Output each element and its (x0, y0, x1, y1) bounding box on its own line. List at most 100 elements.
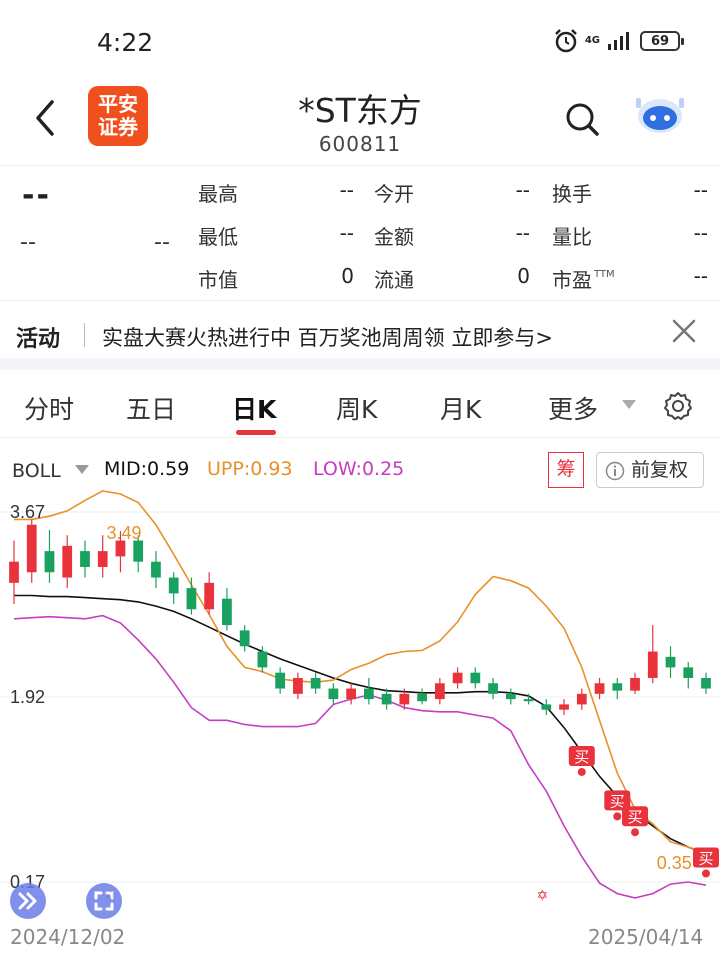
close-icon[interactable] (670, 317, 698, 345)
candle-body (133, 540, 144, 562)
alarm-icon (554, 29, 577, 53)
battery-level: 69 (650, 33, 670, 49)
candle-body (275, 672, 286, 689)
candle-body (168, 577, 179, 594)
boll-low-line (13, 614, 707, 899)
double-chevron-icon (18, 892, 37, 910)
label-market-cap: 市值 (198, 268, 238, 292)
chevron-down-icon[interactable] (622, 400, 636, 409)
expand-button[interactable] (10, 883, 46, 919)
boll-low: LOW:0.25 (313, 458, 405, 480)
robot-assistant-icon[interactable] (632, 90, 688, 138)
label-high: 最高 (198, 182, 238, 206)
candle-body (683, 667, 694, 678)
value-low: -- (339, 221, 354, 245)
value-volume-ratio: -- (693, 221, 708, 245)
candle-body (541, 704, 552, 710)
price-change-pct: -- (154, 230, 170, 255)
tab-weekly-k[interactable]: 周K (336, 390, 377, 426)
tab-more[interactable]: 更多 (548, 390, 598, 426)
adjust-price-button[interactable]: 前复权 (596, 452, 704, 488)
candle-body (293, 677, 303, 694)
value-turnover: -- (693, 178, 708, 202)
buy-signal-dot (631, 828, 640, 837)
value-amount: -- (515, 221, 530, 245)
activity-divider (84, 323, 85, 347)
max-price-annotation: 3.49 (106, 523, 141, 543)
candle-body (239, 630, 250, 647)
info-icon (605, 461, 625, 481)
event-star-icon: ✡ (536, 888, 548, 904)
value-high: -- (339, 178, 354, 202)
candle-body (97, 551, 108, 567)
network-label: 4G (584, 35, 600, 46)
battery-icon: 69 (640, 31, 684, 51)
tab-five-day[interactable]: 五日 (126, 390, 176, 426)
candle-body (204, 582, 215, 610)
candle-body (346, 688, 357, 700)
candle-body (665, 656, 676, 668)
candle-body (44, 551, 55, 573)
kline-chart[interactable]: 买买买买3.671.920.173.490.35✡✡ (0, 490, 720, 920)
candle-body (434, 683, 445, 700)
candle-body (381, 693, 392, 705)
candle-body (523, 699, 534, 702)
x-tick-end: 2025/04/14 (588, 925, 704, 949)
search-icon[interactable] (563, 100, 601, 138)
signal-icon (608, 32, 629, 50)
label-pe: 市盈 TTM (552, 264, 615, 293)
activity-tag: 活动 (16, 327, 61, 352)
candle-body (559, 704, 569, 710)
quote-panel: -- -- -- 最高 -- 今开 -- 换手 -- 最低 -- 金额 -- 量… (0, 166, 720, 300)
status-time: 4:22 (97, 28, 154, 57)
chip-distribution-button[interactable]: 筹 (548, 452, 584, 488)
buy-signal-dot (577, 767, 586, 776)
chart-tabs: 分时 五日 日K 周K 月K 更多 (0, 370, 720, 438)
adjust-price-label: 前复权 (631, 459, 689, 481)
gear-icon[interactable] (662, 390, 694, 422)
section-divider (0, 358, 720, 370)
value-float: 0 (517, 264, 530, 288)
tab-daily-k[interactable]: 日K (232, 390, 276, 426)
price-change: -- (20, 230, 36, 255)
tab-intraday[interactable]: 分时 (24, 390, 74, 426)
x-tick-start: 2024/12/02 (10, 925, 126, 949)
candle-body (399, 693, 410, 705)
candle-body (612, 683, 623, 691)
label-pe-text: 市盈 (552, 268, 592, 292)
label-turnover: 换手 (552, 182, 592, 206)
candle-body (470, 672, 481, 684)
status-bar: 4:22 4G 69 (0, 0, 720, 80)
tab-monthly-k[interactable]: 月K (440, 390, 481, 426)
active-tab-indicator (236, 430, 276, 435)
candle-body (505, 693, 516, 700)
status-icons: 4G 69 (553, 28, 684, 54)
activity-banner[interactable]: 活动 实盘大赛火热进行中 百万奖池周周领 立即参与> (0, 300, 720, 358)
buy-signal-dot (613, 812, 622, 821)
candle-body (594, 683, 605, 694)
buy-signal-label: 买 (574, 748, 589, 766)
nav-bar: 平安 证券 *ST东方 600811 (0, 80, 720, 166)
candle-body (310, 677, 321, 689)
value-open: -- (515, 178, 530, 202)
candle-body (328, 688, 339, 700)
candle-body (80, 551, 90, 567)
stock-code: 600811 (318, 132, 402, 156)
indicator-chevron-icon[interactable] (75, 465, 89, 474)
label-low: 最低 (198, 225, 238, 249)
candle-body (62, 545, 73, 578)
candle-body (417, 693, 427, 702)
last-price-annotation: 0.35 (657, 853, 692, 873)
fullscreen-button[interactable] (86, 883, 122, 919)
candle-body (647, 651, 658, 678)
boll-mid-line (14, 594, 707, 855)
boll-upp: UPP:0.93 (207, 458, 293, 480)
activity-text[interactable]: 实盘大赛火热进行中 百万奖池周周领 立即参与> (102, 322, 553, 352)
buy-signal-label: 买 (698, 849, 713, 867)
candle-body (363, 688, 374, 700)
candle-body (452, 672, 463, 684)
y-tick-label: 3.67 (10, 502, 45, 522)
candle-body (9, 561, 19, 583)
indicator-selector[interactable]: BOLL (12, 460, 61, 482)
candle-body (151, 561, 161, 578)
